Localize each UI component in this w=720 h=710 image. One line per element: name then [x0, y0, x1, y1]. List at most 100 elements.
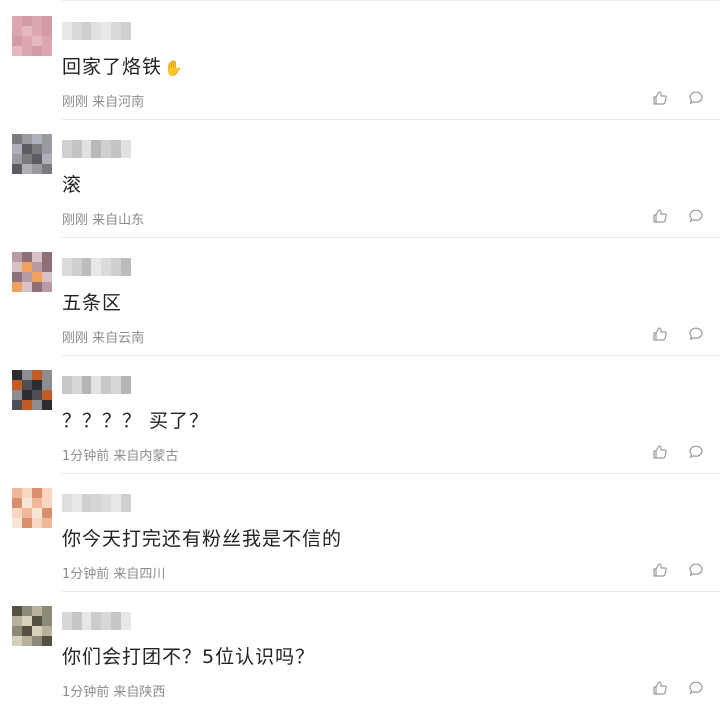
username-pixel: [101, 612, 111, 630]
avatar-pixel: [42, 616, 52, 626]
avatar-pixel: [12, 636, 22, 646]
avatar-pixel: [42, 282, 52, 292]
avatar-pixel: [12, 154, 22, 164]
avatar-pixel: [12, 252, 22, 262]
username-blurred[interactable]: [62, 494, 131, 512]
username-blurred[interactable]: [62, 140, 131, 158]
avatar-pixel: [12, 488, 22, 498]
comment-bubble-icon[interactable]: [688, 680, 704, 696]
username-pixel: [91, 258, 102, 276]
username-pixel: [120, 494, 131, 512]
username-pixel: [71, 612, 82, 630]
username-pixel: [62, 612, 72, 630]
avatar-pixel: [22, 370, 32, 380]
avatar-pixel: [32, 370, 42, 380]
avatar-pixel: [12, 518, 22, 528]
username-pixel: [81, 376, 92, 394]
avatar-pixel: [22, 164, 32, 174]
avatar-pixel: [22, 262, 32, 272]
comment-meta: 刚刚 来自云南: [62, 331, 145, 346]
username-pixel: [62, 258, 72, 276]
avatar-pixel: [42, 164, 52, 174]
avatar-pixel: [42, 390, 52, 400]
avatar-pixel: [22, 154, 32, 164]
avatar-pixel: [32, 26, 42, 36]
comment-text-value: 回家了烙铁: [62, 56, 163, 78]
avatar-pixel: [22, 282, 32, 292]
avatar-pixel: [32, 390, 42, 400]
avatar-pixel: [42, 488, 52, 498]
username-pixel: [110, 22, 121, 40]
comment-item: 你们会打团不？5位认识吗？ 1分钟前 来自陕西: [0, 592, 720, 710]
username-pixel: [62, 376, 72, 394]
username-blurred[interactable]: [62, 22, 131, 40]
comment-bubble-icon[interactable]: [688, 444, 704, 460]
avatar-pixel: [42, 144, 52, 154]
username-pixel: [62, 494, 72, 512]
avatar-pixel: [12, 606, 22, 616]
username-blurred[interactable]: [62, 258, 131, 276]
comment-bubble-icon[interactable]: [688, 562, 704, 578]
avatar[interactable]: [12, 370, 52, 410]
username-pixel: [81, 140, 92, 158]
username-blurred[interactable]: [62, 376, 131, 394]
avatar-pixel: [22, 36, 32, 46]
avatar-pixel: [12, 164, 22, 174]
thumbs-up-icon[interactable]: [652, 680, 668, 696]
avatar-pixel: [12, 26, 22, 36]
avatar-pixel: [32, 46, 42, 56]
username-pixel: [81, 612, 92, 630]
avatar-pixel: [12, 616, 22, 626]
username-pixel: [120, 140, 131, 158]
thumbs-up-icon[interactable]: [652, 208, 668, 224]
avatar-pixel: [42, 370, 52, 380]
avatar-pixel: [42, 252, 52, 262]
avatar-pixel: [12, 46, 22, 56]
thumbs-up-icon[interactable]: [652, 90, 668, 106]
avatar-pixel: [32, 164, 42, 174]
comment-bubble-icon[interactable]: [688, 208, 704, 224]
username-pixel: [71, 22, 82, 40]
username-pixel: [110, 140, 121, 158]
avatar[interactable]: [12, 252, 52, 292]
comment-meta: 刚刚 来自河南: [62, 95, 145, 110]
username-pixel: [91, 612, 102, 630]
comment-item: 五条区 刚刚 来自云南: [0, 238, 720, 356]
avatar[interactable]: [12, 488, 52, 528]
avatar-pixel: [32, 252, 42, 262]
avatar-pixel: [22, 26, 32, 36]
avatar-pixel: [22, 616, 32, 626]
comment-bubble-icon[interactable]: [688, 90, 704, 106]
username-pixel: [71, 140, 82, 158]
avatar-pixel: [12, 370, 22, 380]
thumbs-up-icon[interactable]: [652, 562, 668, 578]
comment-item: 滚 刚刚 来自山东: [0, 120, 720, 238]
avatar[interactable]: [12, 134, 52, 174]
comment-meta: 刚刚 来自山东: [62, 213, 145, 228]
avatar-pixel: [42, 154, 52, 164]
thumbs-up-icon[interactable]: [652, 326, 668, 342]
avatar-pixel: [22, 626, 32, 636]
thumbs-up-icon[interactable]: [652, 444, 668, 460]
avatar[interactable]: [12, 606, 52, 646]
avatar-pixel: [22, 272, 32, 282]
avatar-pixel: [22, 498, 32, 508]
avatar-pixel: [42, 26, 52, 36]
avatar-pixel: [42, 16, 52, 26]
avatar-pixel: [42, 636, 52, 646]
avatar-pixel: [42, 134, 52, 144]
avatar-pixel: [12, 272, 22, 282]
avatar[interactable]: [12, 16, 52, 56]
avatar-pixel: [12, 380, 22, 390]
comment-bubble-icon[interactable]: [688, 326, 704, 342]
username-pixel: [91, 376, 102, 394]
avatar-pixel: [32, 16, 42, 26]
username-pixel: [110, 494, 121, 512]
avatar-pixel: [42, 380, 52, 390]
avatar-pixel: [22, 488, 32, 498]
username-blurred[interactable]: [62, 612, 131, 630]
avatar-pixel: [12, 262, 22, 272]
username-pixel: [101, 140, 111, 158]
avatar-pixel: [22, 16, 32, 26]
avatar-pixel: [32, 626, 42, 636]
